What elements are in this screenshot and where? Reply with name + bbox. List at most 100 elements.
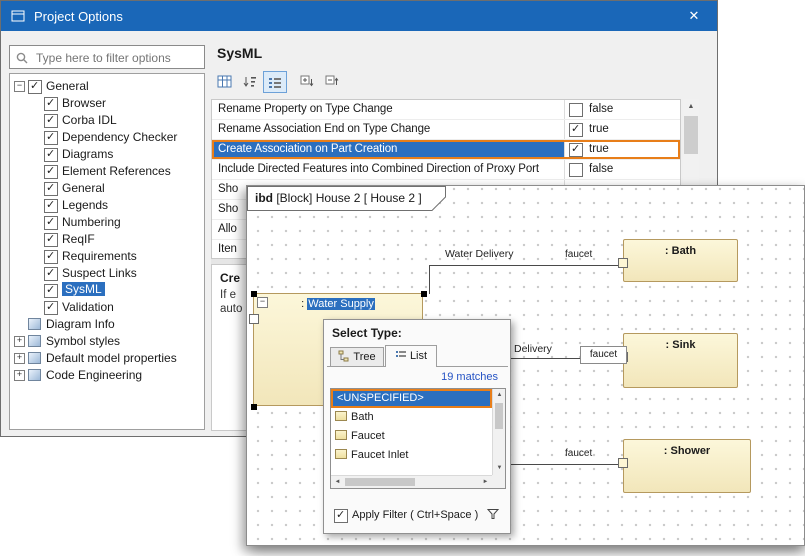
tree-item-code-engineering[interactable]: Code Engineering (10, 367, 204, 384)
screenshot-stage: Project Options ✕ General Browser Corba … (0, 0, 805, 556)
tree-item[interactable]: Corba IDL (10, 112, 204, 129)
checkbox[interactable] (44, 131, 58, 145)
list-view-icon (267, 75, 283, 91)
tree-item-sysml[interactable]: SysML (10, 282, 204, 299)
tree-item-label: Validation (62, 300, 114, 314)
tree-item-label: Code Engineering (46, 368, 142, 382)
property-name: Create Association on Part Creation (218, 143, 397, 155)
scroll-up-icon[interactable]: ▲ (683, 99, 699, 115)
apply-filter-checkbox[interactable] (334, 509, 348, 523)
tree-item[interactable]: General (10, 180, 204, 197)
scrollbar-thumb[interactable] (345, 478, 415, 486)
selected-name-text: Water Supply (307, 298, 375, 310)
scroll-right-icon[interactable]: ► (479, 476, 492, 489)
tree-item[interactable]: Browser (10, 95, 204, 112)
checkbox[interactable] (44, 216, 58, 230)
faucet-port[interactable] (618, 258, 628, 268)
list-vertical-scrollbar[interactable]: ▲ ▼ (492, 389, 505, 475)
list-tab-icon (395, 349, 407, 361)
tree-item[interactable]: Legends (10, 197, 204, 214)
categorized-view-button[interactable] (213, 71, 237, 93)
selection-handle[interactable] (251, 404, 257, 410)
filter-options-input[interactable] (34, 48, 203, 68)
tab-list[interactable]: List (385, 345, 437, 367)
expand-all-button[interactable] (295, 71, 319, 93)
tree-item[interactable]: Dependency Checker (10, 129, 204, 146)
property-row[interactable]: Include Directed Features into Combined … (212, 160, 680, 180)
checkbox[interactable] (44, 250, 58, 264)
tab-tree[interactable]: Tree (330, 347, 384, 367)
port-label: faucet (590, 349, 617, 360)
tree-item[interactable]: ReqIF (10, 231, 204, 248)
checkbox[interactable] (44, 199, 58, 213)
list-item-label: <UNSPECIFIED> (337, 392, 424, 404)
scrollbar-thumb[interactable] (684, 116, 698, 154)
expand-expander-icon[interactable] (14, 336, 25, 347)
list-horizontal-scrollbar[interactable]: ◄ ► (331, 475, 492, 488)
checkbox[interactable] (44, 267, 58, 281)
tree-item[interactable]: Numbering (10, 214, 204, 231)
tree-item-diagram-info[interactable]: Diagram Info (10, 316, 204, 333)
tree-item[interactable]: Validation (10, 299, 204, 316)
tree-item-label: Suspect Links (62, 266, 137, 280)
tree-item[interactable]: Element References (10, 163, 204, 180)
faucet-port[interactable] (618, 458, 628, 468)
tree-item-label: Element References (62, 164, 171, 178)
close-button[interactable]: ✕ (671, 1, 717, 31)
checkbox[interactable] (44, 301, 58, 315)
checkbox[interactable] (44, 284, 58, 298)
property-name: Include Directed Features into Combined … (218, 163, 539, 175)
property-row[interactable]: Rename Association End on Type Change tr… (212, 120, 680, 140)
collapse-all-button[interactable] (320, 71, 344, 93)
checkbox[interactable] (44, 182, 58, 196)
checkbox[interactable] (44, 97, 58, 111)
collapse-expander-icon[interactable] (14, 81, 25, 92)
list-item[interactable]: Faucet (331, 427, 492, 446)
tree-item[interactable]: Requirements (10, 248, 204, 265)
description-text: If e (220, 289, 236, 301)
selection-handle[interactable] (421, 291, 427, 297)
value-checkbox[interactable] (569, 103, 583, 117)
expand-expander-icon[interactable] (14, 370, 25, 381)
property-row-create-association[interactable]: Create Association on Part Creation true (212, 140, 680, 160)
part-sink[interactable]: : Sink (623, 333, 738, 388)
checkbox[interactable] (44, 165, 58, 179)
water-supply-port[interactable] (249, 314, 259, 324)
dialog-titlebar[interactable]: Project Options ✕ (1, 1, 717, 31)
scrollbar-thumb[interactable] (495, 403, 503, 429)
list-item-label: Faucet (351, 430, 385, 442)
sort-alphabetically-button[interactable] (238, 71, 262, 93)
select-type-popup: Select Type: Tree List 19 matches <UNSPE… (323, 319, 511, 534)
expand-expander-icon[interactable] (14, 353, 25, 364)
property-row[interactable]: Rename Property on Type Change false (212, 100, 680, 120)
tree-item[interactable]: Suspect Links (10, 265, 204, 282)
tree-item-default-model-properties[interactable]: Default model properties (10, 350, 204, 367)
checkbox[interactable] (28, 80, 42, 94)
list-item[interactable]: Bath (331, 408, 492, 427)
filter-funnel-icon[interactable] (486, 507, 500, 524)
list-item[interactable]: Faucet Inlet (331, 446, 492, 465)
part-name-editor[interactable]: : Water Supply (254, 298, 422, 310)
list-view-button[interactable] (263, 71, 287, 93)
part-shower[interactable]: : Shower (623, 439, 751, 493)
checkbox[interactable] (44, 233, 58, 247)
tree-item[interactable]: Diagrams (10, 146, 204, 163)
list-item-unspecified[interactable]: <UNSPECIFIED> (331, 389, 492, 408)
tree-item-general-root[interactable]: General (10, 78, 204, 95)
diagram-canvas[interactable]: ibd [Block] House 2 [ House 2 ] Water De… (247, 186, 804, 545)
scroll-left-icon[interactable]: ◄ (331, 476, 344, 489)
value-checkbox[interactable] (569, 143, 583, 157)
value-checkbox[interactable] (569, 123, 583, 137)
checkbox[interactable] (44, 148, 58, 162)
options-tree: General Browser Corba IDL Dependency Che… (9, 73, 205, 430)
checkbox[interactable] (44, 114, 58, 128)
value-checkbox[interactable] (569, 163, 583, 177)
part-bath[interactable]: : Bath (623, 239, 738, 282)
scroll-up-icon[interactable]: ▲ (493, 389, 506, 402)
faucet-port-label-box[interactable]: faucet (580, 346, 627, 364)
tab-label: List (410, 350, 427, 362)
scroll-down-icon[interactable]: ▼ (493, 462, 506, 475)
selection-handle[interactable] (251, 291, 257, 297)
expand-all-icon (299, 74, 315, 90)
tree-item-symbol-styles[interactable]: Symbol styles (10, 333, 204, 350)
